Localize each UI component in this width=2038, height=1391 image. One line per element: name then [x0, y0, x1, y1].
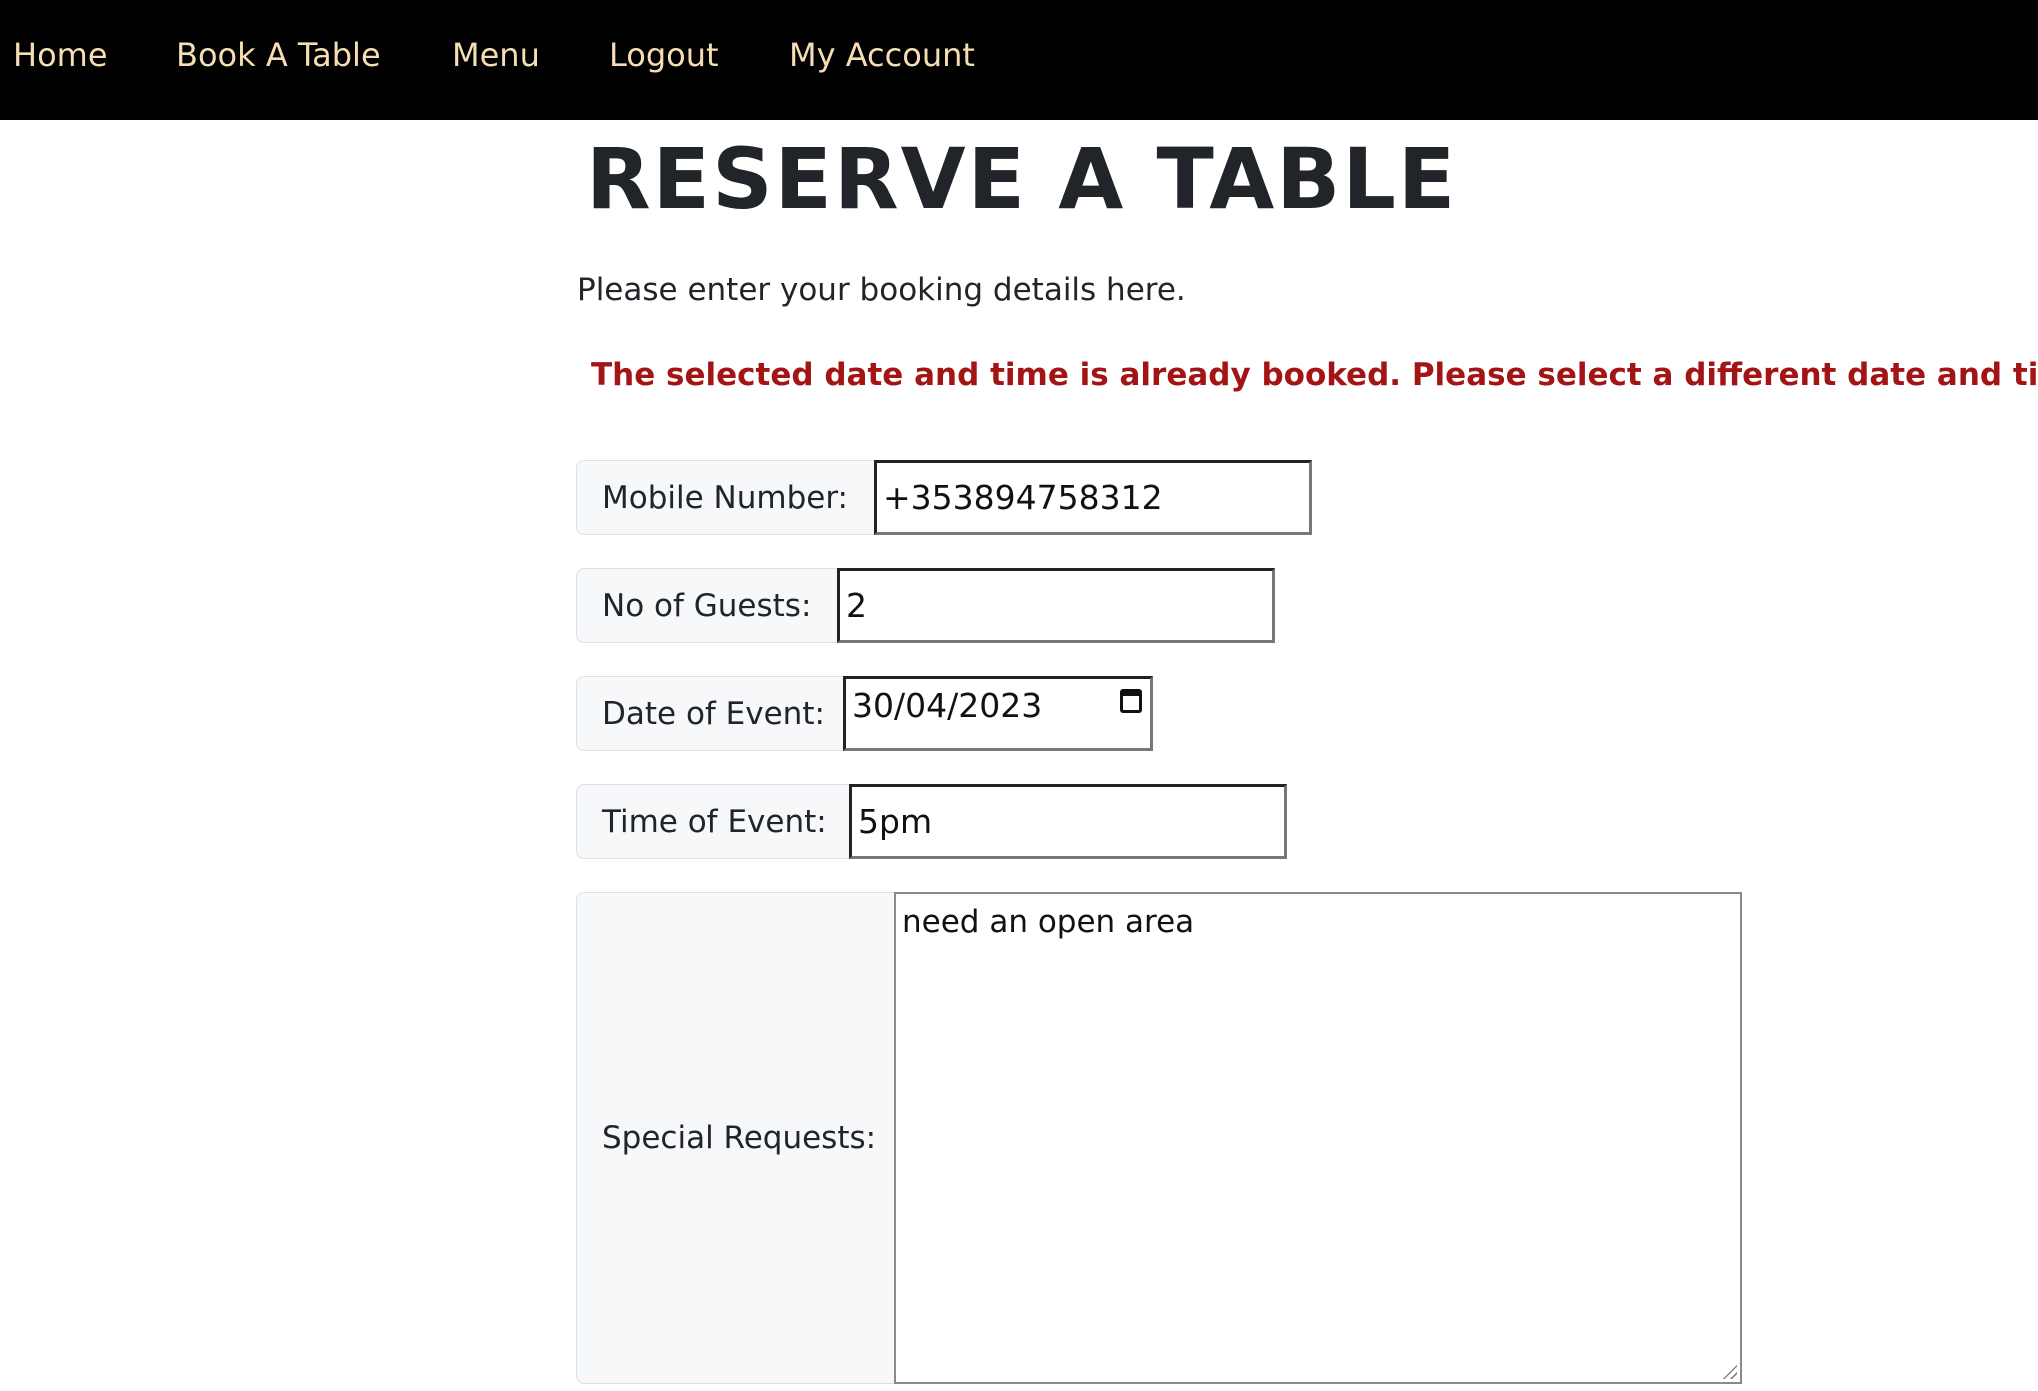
calendar-icon[interactable] — [1120, 689, 1142, 713]
special-requests-textarea[interactable]: need an open area — [894, 892, 1742, 1384]
event-date-value: 30/04/2023 — [852, 686, 1043, 725]
nav-logout-link[interactable]: Logout — [609, 36, 719, 74]
mobile-number-input[interactable]: +353894758312 — [874, 460, 1312, 535]
nav-my-account-link[interactable]: My Account — [789, 36, 975, 74]
event-date-input[interactable]: 30/04/2023 — [843, 676, 1153, 751]
booking-error-message: The selected date and time is already bo… — [591, 357, 2038, 393]
special-requests-value: need an open area — [902, 904, 1195, 940]
event-time-label: Time of Event: — [576, 784, 850, 859]
nav-home-link[interactable]: Home — [13, 36, 108, 74]
mobile-number-label: Mobile Number: — [576, 460, 875, 535]
nav-menu-link[interactable]: Menu — [452, 36, 540, 74]
event-date-label: Date of Event: — [576, 676, 844, 751]
guests-label: No of Guests: — [576, 568, 838, 643]
resize-handle-icon[interactable] — [1721, 1363, 1737, 1379]
guests-input[interactable]: 2 — [837, 568, 1275, 643]
special-requests-label: Special Requests: — [576, 892, 896, 1384]
intro-text: Please enter your booking details here. — [577, 272, 1186, 308]
top-navbar: Home Book A Table Menu Logout My Account — [0, 0, 2038, 120]
nav-book-table-link[interactable]: Book A Table — [176, 36, 381, 74]
page-title: RESERVE A TABLE — [586, 130, 1458, 228]
event-time-input[interactable]: 5pm — [849, 784, 1287, 859]
